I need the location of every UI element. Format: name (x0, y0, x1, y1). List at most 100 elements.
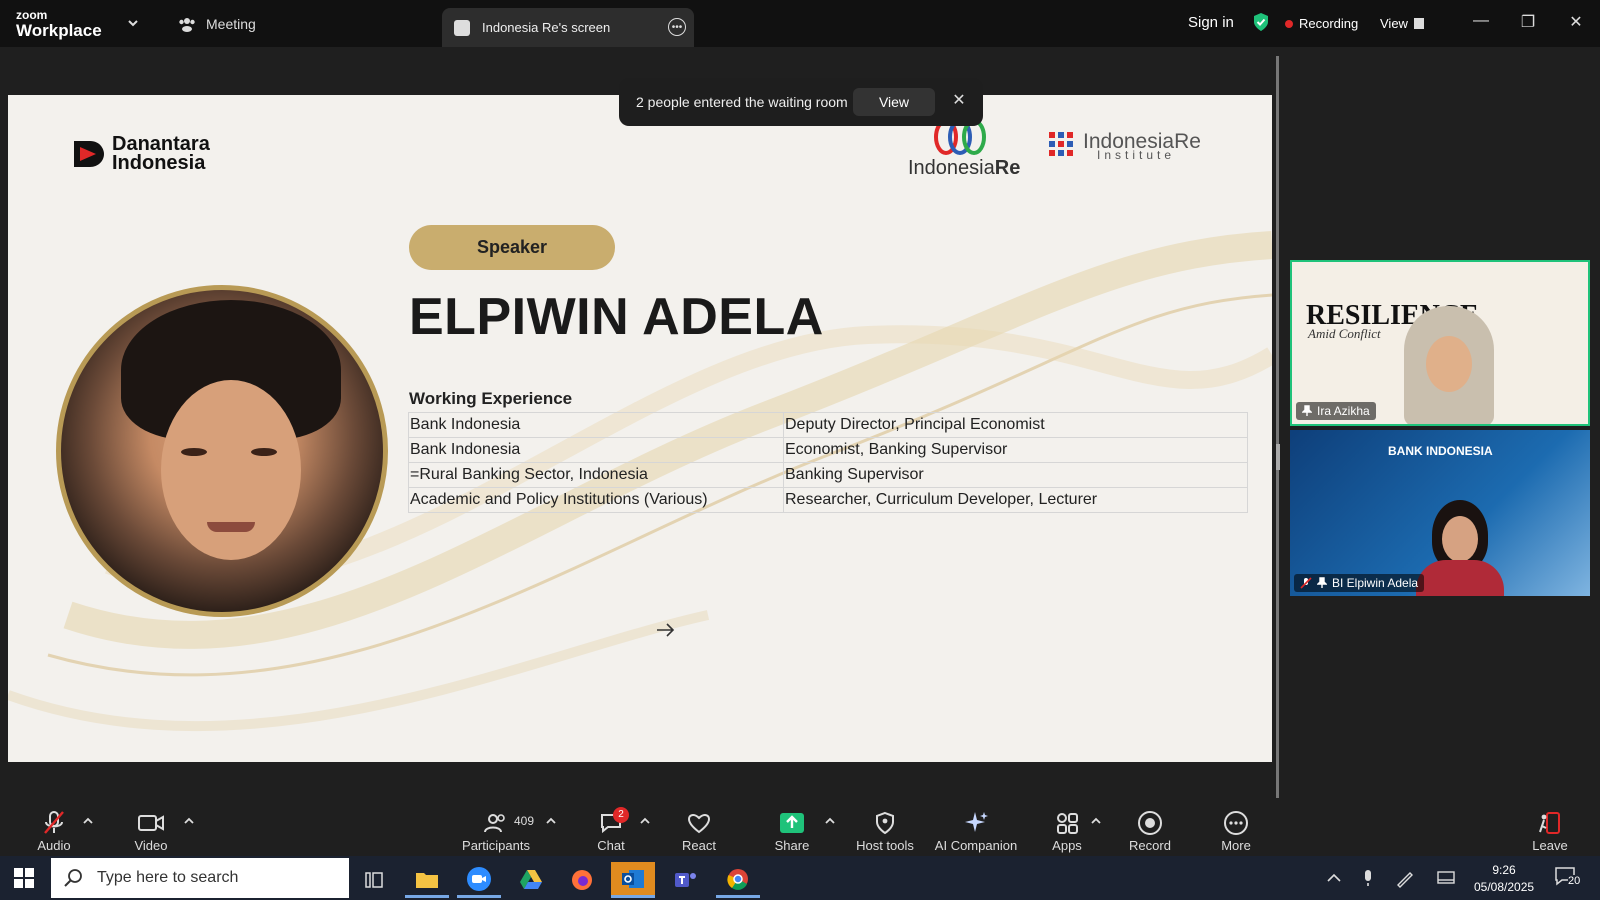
meeting-people-icon (179, 18, 195, 32)
record-label: Record (1129, 838, 1171, 853)
restore-icon[interactable]: ❐ (1518, 12, 1538, 32)
participant-name: Ira Azikha (1317, 404, 1370, 418)
firefox-icon[interactable] (560, 862, 604, 898)
record-icon (1138, 811, 1162, 835)
close-icon[interactable]: ✕ (1566, 12, 1586, 32)
clock-time: 9:26 (1492, 863, 1516, 877)
search-icon (64, 869, 82, 887)
speaker-badge: Speaker (409, 225, 615, 270)
more-options-icon[interactable]: ••• (668, 18, 686, 36)
pin-icon (1317, 577, 1327, 588)
waiting-room-view-button[interactable]: View (853, 88, 935, 116)
participants-label: Participants (462, 838, 530, 853)
windows-start-icon[interactable] (14, 868, 34, 888)
host-tools-button[interactable]: Host tools (840, 809, 930, 853)
host-tools-label: Host tools (856, 838, 914, 853)
apps-label: Apps (1052, 838, 1082, 853)
microphone-icon[interactable] (1358, 868, 1378, 888)
screen-share-icon (454, 19, 470, 36)
windows-taskbar: Type here to search 9:26 05/08/2025 20 (0, 856, 1600, 900)
ai-companion-button[interactable]: AI Companion (931, 809, 1021, 853)
waiting-room-message: 2 people entered the waiting room (636, 94, 848, 110)
shared-screen-tab[interactable]: Indonesia Re's screen ••• (442, 8, 694, 47)
video-camera-icon (138, 815, 164, 831)
chevron-up-icon[interactable] (1090, 815, 1102, 827)
view-label: View (1380, 16, 1408, 31)
brand-top: zoom (16, 8, 48, 22)
danantara-logo: Danantara Indonesia (72, 134, 210, 173)
taskbar-search[interactable]: Type here to search (51, 858, 349, 898)
notification-center-icon[interactable]: 20 (1554, 866, 1584, 887)
tab-label: Indonesia Re's screen (482, 20, 611, 35)
minimize-icon[interactable]: — (1471, 12, 1491, 30)
close-icon[interactable]: ✕ (949, 90, 969, 110)
table-row: Bank Indonesia Economist, Banking Supervi… (408, 437, 1248, 463)
dots-grid-icon (1049, 132, 1073, 156)
chevron-up-icon[interactable] (1324, 868, 1344, 888)
task-view-icon[interactable] (352, 862, 396, 898)
audio-label: Audio (37, 838, 71, 853)
meeting-label: Meeting (206, 16, 256, 32)
shared-screen: Danantara Indonesia IndonesiaRe Indonesi… (8, 95, 1272, 762)
iri-sub: Institute (1097, 148, 1176, 162)
role-cell: Economist, Banking Supervisor (783, 437, 1248, 463)
table-row: Bank Indonesia Deputy Director, Principal… (408, 412, 1248, 438)
experience-table: Bank Indonesia Deputy Director, Principal… (408, 412, 1248, 513)
chevron-up-icon[interactable] (82, 815, 94, 827)
participant-nameplate: BI Elpiwin Adela (1294, 574, 1425, 592)
ire-bold: Re (994, 157, 1021, 179)
chevron-down-icon[interactable] (126, 16, 140, 30)
panel-divider[interactable] (1276, 56, 1279, 798)
sparkle-icon (965, 812, 988, 832)
pen-icon[interactable] (1395, 868, 1415, 888)
layout-icon (1413, 18, 1424, 29)
participant-name: BI Elpiwin Adela (1332, 576, 1419, 590)
view-button[interactable]: View (1380, 16, 1424, 31)
role-cell: Researcher, Curriculum Developer, Lectur… (783, 487, 1248, 513)
table-row: =Rural Banking Sector, Indonesia Banking … (408, 462, 1248, 488)
react-label: React (682, 838, 716, 853)
participant-video (1404, 306, 1494, 424)
leave-button[interactable]: Leave (1505, 809, 1595, 853)
recording-indicator[interactable]: Recording (1285, 16, 1358, 31)
more-button[interactable]: More (1191, 809, 1281, 853)
google-drive-icon[interactable] (509, 862, 553, 898)
chat-badge: 2 (613, 807, 629, 823)
file-explorer-icon[interactable] (405, 862, 449, 898)
divider-handle[interactable] (1276, 444, 1280, 470)
chevron-up-icon[interactable] (824, 815, 836, 827)
display-icon[interactable] (1436, 868, 1456, 888)
teams-icon[interactable] (664, 862, 708, 898)
brand-bottom: Workplace (16, 21, 102, 40)
leave-icon (1539, 812, 1560, 834)
title-bar: zoom Workplace Meeting Indonesia Re's sc… (0, 0, 1600, 47)
recording-label: Recording (1299, 16, 1359, 31)
outlook-icon[interactable] (611, 862, 655, 898)
zoom-workplace-logo[interactable]: zoom Workplace (16, 9, 102, 39)
security-shield-icon[interactable] (1252, 12, 1270, 32)
system-clock[interactable]: 9:26 05/08/2025 (1474, 862, 1534, 896)
shield-icon (876, 811, 894, 835)
share-label: Share (774, 838, 810, 853)
chevron-up-icon[interactable] (545, 815, 557, 827)
react-button[interactable]: React (654, 809, 744, 853)
video-label: Video (134, 838, 168, 853)
video-tile[interactable]: RESILIENCE Amid Conflict Ira Azikha (1290, 260, 1590, 426)
waiting-room-notification: 2 people entered the waiting room View ✕ (619, 78, 983, 126)
chevron-up-icon[interactable] (639, 815, 651, 827)
chevron-up-icon[interactable] (183, 815, 195, 827)
participant-count: 409 (514, 814, 535, 828)
sign-in-link[interactable]: Sign in (1188, 14, 1234, 31)
record-button[interactable]: Record (1105, 809, 1195, 853)
chrome-icon[interactable] (716, 862, 760, 898)
video-tile[interactable]: BANK INDONESIA BI Elpiwin Adela (1290, 430, 1590, 596)
participant-video (1410, 500, 1510, 596)
leave-label: Leave (1532, 838, 1568, 853)
zoom-app-icon[interactable] (457, 862, 501, 898)
pin-icon (1302, 405, 1312, 416)
meeting-toolbar: Audio Video Participants 409 Chat 2 Reac… (0, 803, 1600, 856)
ire-main: Indonesia (908, 157, 995, 179)
speaker-photo (56, 285, 388, 617)
meeting-tab[interactable]: Meeting (178, 16, 256, 32)
zoom-window: zoom Workplace Meeting Indonesia Re's sc… (0, 0, 1600, 900)
